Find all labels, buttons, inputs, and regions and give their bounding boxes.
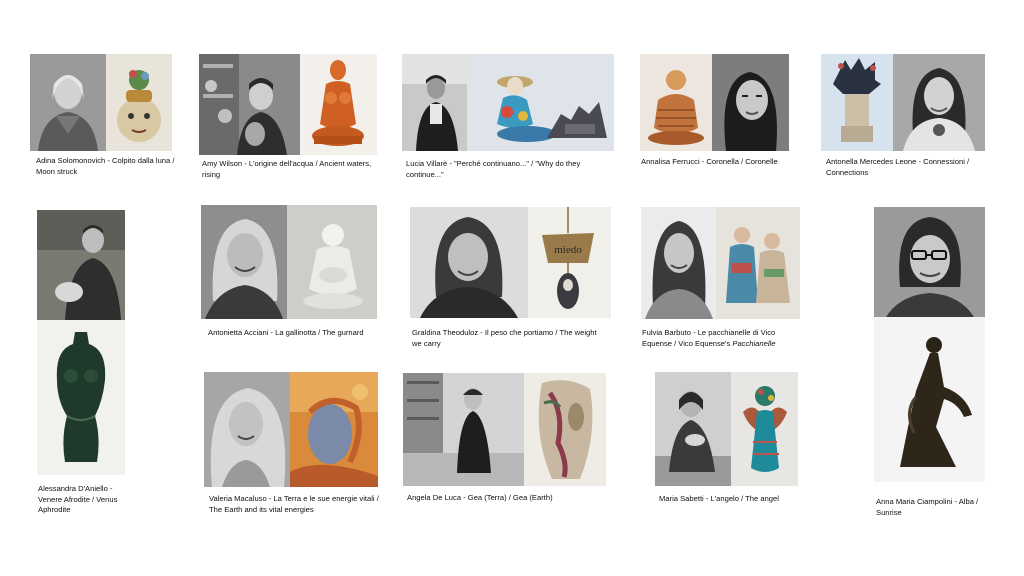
- caption-angela: Angela De Luca - Gea (Terra) / Gea (Eart…: [407, 493, 553, 502]
- artist-portrait-maria: [655, 372, 731, 486]
- caption-valeria: Valeria Macaluso - La Terra e le sue ene…: [209, 494, 379, 514]
- artist-portrait-fulvia: [641, 207, 716, 319]
- artist-portrait-graldina: [410, 207, 528, 318]
- artist-portrait-anna-maria: [874, 207, 985, 317]
- caption-anna-maria: Anna Maria Ciampolini - Alba / Sunrise: [876, 497, 979, 517]
- sculpture-sunrise: [874, 317, 985, 482]
- sculpture-pacchianelle: [716, 207, 800, 319]
- sculpture-the-gurnard: [287, 205, 377, 319]
- caption-adina: Adina Solomonovich - Colpito dalla luna …: [36, 156, 175, 176]
- artist-portrait-amy: [199, 54, 300, 155]
- sculpture-the-angel: [731, 372, 798, 486]
- artist-portrait-adina: [30, 54, 106, 151]
- sculpture-venus-aphrodite: [37, 320, 125, 475]
- caption-antonietta: Antonietta Acciani - La gallinotta / The…: [208, 328, 364, 337]
- sculpture-ancient-waters: [300, 54, 377, 155]
- artist-portrait-alessandra: [37, 210, 125, 320]
- sculpture-why-do-they-continue: [467, 54, 614, 151]
- caption-alessandra: Alessandra D'Aniello - Venere Afrodite /…: [38, 484, 118, 514]
- sculpture-gea-earth: [524, 373, 606, 486]
- caption-annalisa: Annalisa Ferrucci - Coronella / Coronell…: [641, 157, 778, 166]
- artist-gallery-slide: Adina Solomonovich - Colpito dalla luna …: [0, 0, 1024, 576]
- artist-portrait-antonella: [893, 54, 985, 151]
- artist-portrait-lucia: [402, 54, 467, 151]
- sculpture-the-weight-we-carry: miedo: [528, 207, 611, 318]
- sculpture-connections: [821, 54, 893, 151]
- artist-portrait-annalisa: [712, 54, 789, 151]
- sculpture-coronelle: [640, 54, 712, 151]
- sculpture-inscription: miedo: [554, 244, 582, 256]
- caption-maria: Maria Sabetti - L'angelo / The angel: [659, 494, 779, 503]
- caption-fulvia: Fulvia Barbuto - Le pacchianelle di Vico…: [642, 328, 802, 349]
- caption-antonella: Antonella Mercedes Leone - Connessioni /…: [826, 157, 970, 177]
- artwork-the-earth-and-its-vital-energies: [290, 372, 378, 487]
- caption-fulvia-italic: Pacchianelle: [732, 338, 776, 348]
- artist-portrait-angela: [403, 373, 524, 486]
- artist-portrait-valeria: [204, 372, 290, 487]
- caption-graldina: Graldina Theoduloz - Il peso che portiam…: [412, 328, 597, 348]
- caption-lucia: Lucia Villarè - "Perché continuano..." /…: [406, 159, 581, 179]
- artist-portrait-antonietta: [201, 205, 287, 319]
- caption-amy: Amy Wilson - L'origine dell'acqua / Anci…: [202, 159, 372, 179]
- sculpture-moon-struck: [106, 54, 172, 151]
